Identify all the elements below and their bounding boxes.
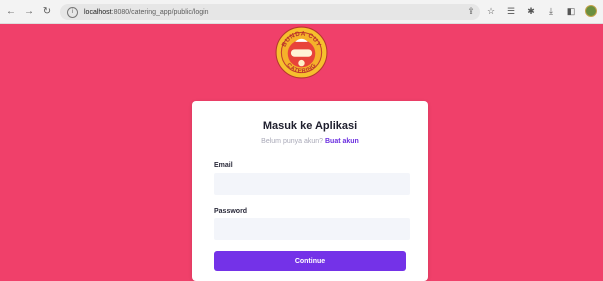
signup-prompt: Belum punya akun? Buat akun <box>192 138 428 145</box>
url-host: localhost <box>84 8 112 16</box>
email-field[interactable] <box>214 173 410 195</box>
bunda-cuy-catering-logo: BUNDA CUY CATERING <box>275 26 328 79</box>
reading-list-icon[interactable]: ☰ <box>505 5 517 17</box>
puzzle-icon[interactable]: ✱ <box>525 5 537 17</box>
arrow-left-icon[interactable]: ← <box>4 5 18 19</box>
password-label: Password <box>214 208 248 215</box>
browser-toolbar: ← → ↻ i localhost:8080/catering_app/publ… <box>0 0 603 24</box>
create-account-link[interactable]: Buat akun <box>325 138 359 145</box>
url-path: :8080/catering_app/public/login <box>111 8 209 16</box>
page-title: Masuk ke Aplikasi <box>262 120 358 132</box>
arrow-right-icon[interactable]: → <box>22 5 36 19</box>
share-icon[interactable]: ⇪ <box>465 5 477 17</box>
reload-icon[interactable]: ↻ <box>40 5 54 19</box>
address-bar[interactable]: i localhost:8080/catering_app/public/log… <box>60 4 480 20</box>
download-icon[interactable]: ⤓ <box>545 5 557 17</box>
star-icon[interactable]: ☆ <box>485 5 497 17</box>
continue-button[interactable]: Continue <box>214 251 406 271</box>
profile-avatar-icon[interactable] <box>585 5 597 17</box>
info-icon[interactable]: i <box>67 6 78 18</box>
password-field[interactable] <box>214 218 410 240</box>
split-view-icon[interactable]: ◧ <box>565 5 577 17</box>
email-label: Email <box>214 162 233 169</box>
login-card: Masuk ke Aplikasi Belum punya akun? Buat… <box>192 101 428 281</box>
signup-prompt-text: Belum punya akun? <box>261 138 324 145</box>
